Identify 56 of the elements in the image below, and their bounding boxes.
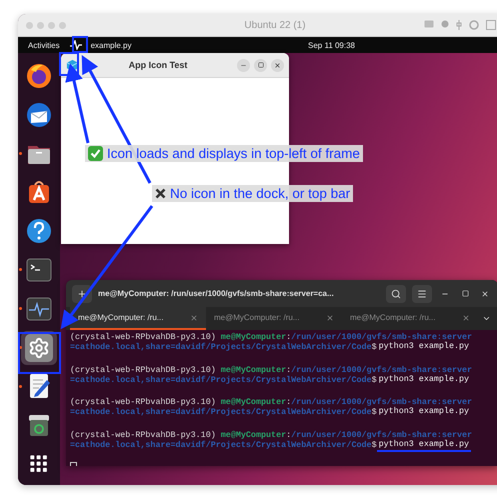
terminal-icon [25, 256, 53, 284]
terminal-tab[interactable]: me@MyComputer: /ru... [206, 307, 342, 330]
terminal-line: (crystal-web-RPbvahDB-py3.10) me@MyComputer:/run/user/1000/gvfs/smb-share:server [70, 332, 474, 342]
terminal-title: me@MyComputer: /run/user/1000/gvfs/smb-share:server=ca... [98, 289, 335, 298]
mail-icon [25, 100, 53, 129]
search-button[interactable] [386, 284, 406, 302]
close-icon[interactable] [190, 314, 198, 322]
app-name-menu[interactable]: example.py [90, 40, 132, 50]
browser-icon [25, 62, 53, 90]
minimize-button[interactable] [237, 58, 250, 72]
annotation-text: Icon loads and displays in top-left of frame [107, 146, 360, 161]
close-icon [481, 290, 489, 298]
close-button[interactable] [271, 58, 284, 72]
close-icon[interactable] [462, 314, 470, 322]
dock-item[interactable] [21, 330, 57, 364]
command-text: python3 example.py [378, 374, 470, 386]
search-icon [391, 288, 401, 298]
terminal-line: =cathode.local,share=davidf/Projects/CrystalWebArchiver/Code$ python3 example.py [70, 374, 472, 387]
menu-button[interactable] [412, 284, 432, 302]
settings-icon [25, 334, 53, 362]
highlight-frame [59, 52, 79, 76]
maximize-icon [258, 62, 264, 68]
command-text: python3 example.py [378, 342, 470, 354]
highlight-frame [18, 332, 61, 374]
terminal-line: (crystal-web-RPbvahDB-py3.10) me@MyComputer:/run/user/1000/gvfs/smb-share:server [70, 364, 474, 375]
tab-label: me@MyComputer: /ru... [214, 313, 300, 322]
clock[interactable]: Sep 11 09:38 [308, 40, 356, 50]
activities-button[interactable]: Activities [28, 40, 60, 50]
terminal-tab[interactable]: me@MyComputer: /ru... [342, 307, 478, 330]
menu-icon [417, 288, 427, 298]
cross-mark-icon [155, 188, 166, 199]
activity-monitor-icon [25, 294, 53, 323]
terminal-line: (crystal-web-RPbvahDB-py3.10) me@MyComputer:/run/user/1000/gvfs/smb-share:server [70, 397, 474, 408]
plus-icon [77, 288, 87, 298]
tab-label: me@MyComputer: /ru... [350, 313, 436, 322]
tab-label: me@MyComputer: /ru... [78, 313, 164, 322]
check-mark-icon [88, 146, 103, 161]
terminal-line: =cathode.local,share=davidf/Projects/CrystalWebArchiver/Code$ python3 example.py [70, 342, 472, 354]
close-icon[interactable] [326, 314, 334, 322]
maximize-icon [462, 290, 468, 297]
terminal-tab[interactable]: me@MyComputer: /ru... [70, 307, 206, 330]
close-icon [274, 62, 281, 68]
terminal-line: =cathode.local,share=davidf/Projects/CrystalWebArchiver/Code$ python3 example.py [70, 440, 472, 452]
cube-icon [66, 58, 79, 72]
pulse-icon [70, 40, 82, 50]
window-title: App Icon Test [128, 60, 188, 70]
command-text: python3 example.py [376, 440, 472, 452]
maximize-button[interactable] [254, 58, 267, 72]
highlight-frame [72, 36, 88, 53]
command-text: python3 example.py [378, 407, 470, 418]
chevron-icon [482, 314, 490, 323]
terminal-line: (crystal-web-RPbvahDB-py3.10) me@MyComputer:/run/user/1000/gvfs/smb-share:server [70, 430, 474, 440]
terminal-line: =cathode.local,share=davidf/Projects/CrystalWebArchiver/Code$ python3 example.py [70, 407, 472, 420]
help-icon [25, 217, 53, 246]
host-window-title: Ubuntu 22 (1) [243, 20, 307, 30]
annotation-text: No icon in the dock, or top bar [170, 186, 350, 201]
